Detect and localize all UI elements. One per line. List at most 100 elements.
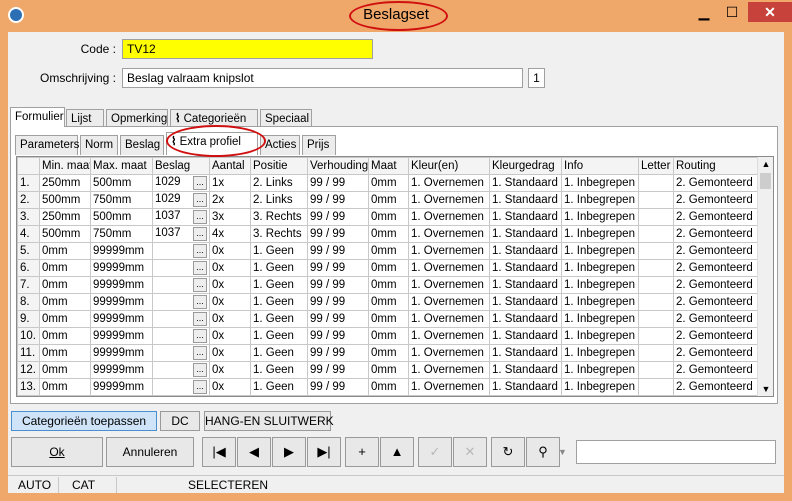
table-cell[interactable]: 0mm — [368, 242, 409, 260]
table-cell[interactable]: 0mm — [368, 344, 409, 362]
table-cell[interactable]: 1. Standaard — [489, 310, 562, 328]
table-cell[interactable]: 1. Inbegrepen — [561, 259, 639, 277]
table-cell[interactable]: 1. Standaard — [489, 276, 562, 294]
ellipsis-button[interactable]: ... — [193, 244, 207, 258]
table-cell[interactable]: 0mm — [39, 361, 91, 379]
table-cell[interactable]: ... — [152, 310, 210, 328]
table-cell[interactable] — [638, 242, 674, 260]
table-cell[interactable]: 99999mm — [90, 378, 153, 396]
next-record-button[interactable]: ▶ — [272, 437, 306, 467]
add-button[interactable]: + — [345, 437, 379, 467]
scroll-thumb[interactable] — [760, 173, 771, 189]
table-cell[interactable] — [638, 327, 674, 345]
table-cell[interactable]: 1. Standaard — [489, 208, 562, 226]
grid-column-header[interactable]: Verhouding — [307, 157, 369, 175]
table-cell[interactable]: 3. Rechts — [250, 225, 308, 243]
table-cell[interactable]: 1. Standaard — [489, 361, 562, 379]
table-cell[interactable]: 1029... — [152, 174, 210, 192]
table-cell[interactable] — [638, 310, 674, 328]
table-cell[interactable]: 1. Geen — [250, 361, 308, 379]
table-cell[interactable]: 0mm — [39, 378, 91, 396]
table-cell[interactable]: 1. Geen — [250, 276, 308, 294]
table-cell[interactable]: 0mm — [368, 208, 409, 226]
table-cell[interactable]: 1. Geen — [250, 242, 308, 260]
ellipsis-button[interactable]: ... — [193, 380, 207, 394]
table-cell[interactable]: ... — [152, 344, 210, 362]
title-bar[interactable]: Beslagset ▁ ☐ ✕ — [0, 0, 792, 32]
table-cell[interactable]: 0mm — [39, 327, 91, 345]
table-cell[interactable]: 4x — [209, 225, 251, 243]
table-cell[interactable]: 0mm — [368, 293, 409, 311]
table-cell[interactable]: 0x — [209, 242, 251, 260]
table-row[interactable]: 1. 250mm 500mm 1029... 1x 2. Links 99 / 99 0mm 1… — [17, 174, 759, 192]
table-cell[interactable]: ... — [152, 259, 210, 277]
ellipsis-button[interactable]: ... — [193, 227, 207, 241]
table-cell[interactable]: 0x — [209, 310, 251, 328]
table-cell[interactable]: 3. Rechts — [250, 208, 308, 226]
grid-column-header[interactable]: Min. maat — [39, 157, 91, 175]
table-cell[interactable]: 1. Geen — [250, 344, 308, 362]
ellipsis-button[interactable]: ... — [193, 312, 207, 326]
code-field[interactable]: TV12 — [122, 39, 373, 59]
table-cell[interactable]: 2. Gemonteerd — [673, 327, 759, 345]
table-cell[interactable]: 0x — [209, 327, 251, 345]
tab-formulier[interactable]: Formulier — [10, 107, 65, 127]
table-cell[interactable]: 1029... — [152, 191, 210, 209]
close-button[interactable]: ✕ — [748, 2, 792, 22]
dropdown-arrow-icon[interactable]: ▼ — [558, 440, 568, 464]
table-cell[interactable]: 99 / 99 — [307, 174, 369, 192]
table-cell[interactable]: 2. Gemonteerd — [673, 344, 759, 362]
table-cell[interactable]: 0mm — [368, 259, 409, 277]
table-cell[interactable]: ... — [152, 242, 210, 260]
table-cell[interactable]: 99999mm — [90, 361, 153, 379]
table-cell[interactable]: 2. Links — [250, 174, 308, 192]
ellipsis-button[interactable]: ... — [193, 329, 207, 343]
table-cell[interactable]: 99 / 99 — [307, 344, 369, 362]
table-cell[interactable]: 1037... — [152, 225, 210, 243]
table-cell[interactable]: 99999mm — [90, 259, 153, 277]
table-cell[interactable]: 500mm — [39, 225, 91, 243]
table-cell[interactable]: 1. Inbegrepen — [561, 293, 639, 311]
table-cell[interactable]: 1. Standaard — [489, 174, 562, 192]
hang-en-sluitwerk-button[interactable]: HANG-EN SLUITWERK — [204, 411, 334, 431]
grid-corner-header[interactable] — [17, 157, 40, 175]
table-cell[interactable]: 1. Inbegrepen — [561, 378, 639, 396]
table-cell[interactable]: 2. Gemonteerd — [673, 259, 759, 277]
table-cell[interactable]: 1037... — [152, 208, 210, 226]
table-cell[interactable]: 99999mm — [90, 293, 153, 311]
table-cell[interactable]: 99999mm — [90, 327, 153, 345]
table-cell[interactable]: 99999mm — [90, 310, 153, 328]
ok-button[interactable]: Ok — [11, 437, 103, 467]
table-cell[interactable]: 250mm — [39, 174, 91, 192]
previous-record-button[interactable]: ◀ — [237, 437, 271, 467]
check-button[interactable]: ✓ — [418, 437, 452, 467]
table-cell[interactable]: 0x — [209, 276, 251, 294]
table-cell[interactable] — [638, 259, 674, 277]
table-cell[interactable]: 0mm — [39, 344, 91, 362]
table-cell[interactable]: 1. Geen — [250, 310, 308, 328]
cancel-button[interactable]: ✕ — [453, 437, 487, 467]
annuleren-button[interactable]: Annuleren — [106, 437, 194, 467]
table-cell[interactable]: 1. Overnemen — [408, 327, 490, 345]
table-cell[interactable]: 99 / 99 — [307, 242, 369, 260]
table-cell[interactable] — [638, 293, 674, 311]
table-cell[interactable]: 500mm — [90, 208, 153, 226]
table-cell[interactable]: 1. Inbegrepen — [561, 191, 639, 209]
table-cell[interactable]: 1. Inbegrepen — [561, 242, 639, 260]
table-cell[interactable]: 0mm — [39, 242, 91, 260]
table-cell[interactable]: 750mm — [90, 191, 153, 209]
table-cell[interactable]: 1. Overnemen — [408, 310, 490, 328]
grid-column-header[interactable]: Max. maat — [90, 157, 153, 175]
table-cell[interactable] — [638, 225, 674, 243]
grid-column-header[interactable]: Info — [561, 157, 639, 175]
ellipsis-button[interactable]: ... — [193, 363, 207, 377]
table-cell[interactable]: 0mm — [368, 276, 409, 294]
table-cell[interactable]: 2. Gemonteerd — [673, 310, 759, 328]
table-row[interactable]: 8. 0mm 99999mm... 0x 1. Geen 99 / 99 0mm 1. Ove… — [17, 293, 759, 311]
table-cell[interactable]: 1x — [209, 174, 251, 192]
table-cell[interactable]: 99 / 99 — [307, 276, 369, 294]
table-row[interactable]: 3. 250mm 500mm 1037... 3x 3. Rechts 99 / 99 0mm… — [17, 208, 759, 226]
table-cell[interactable]: 99 / 99 — [307, 293, 369, 311]
table-row[interactable]: 4. 500mm 750mm 1037... 4x 3. Rechts 99 / 99 0mm… — [17, 225, 759, 243]
table-cell[interactable]: 750mm — [90, 225, 153, 243]
